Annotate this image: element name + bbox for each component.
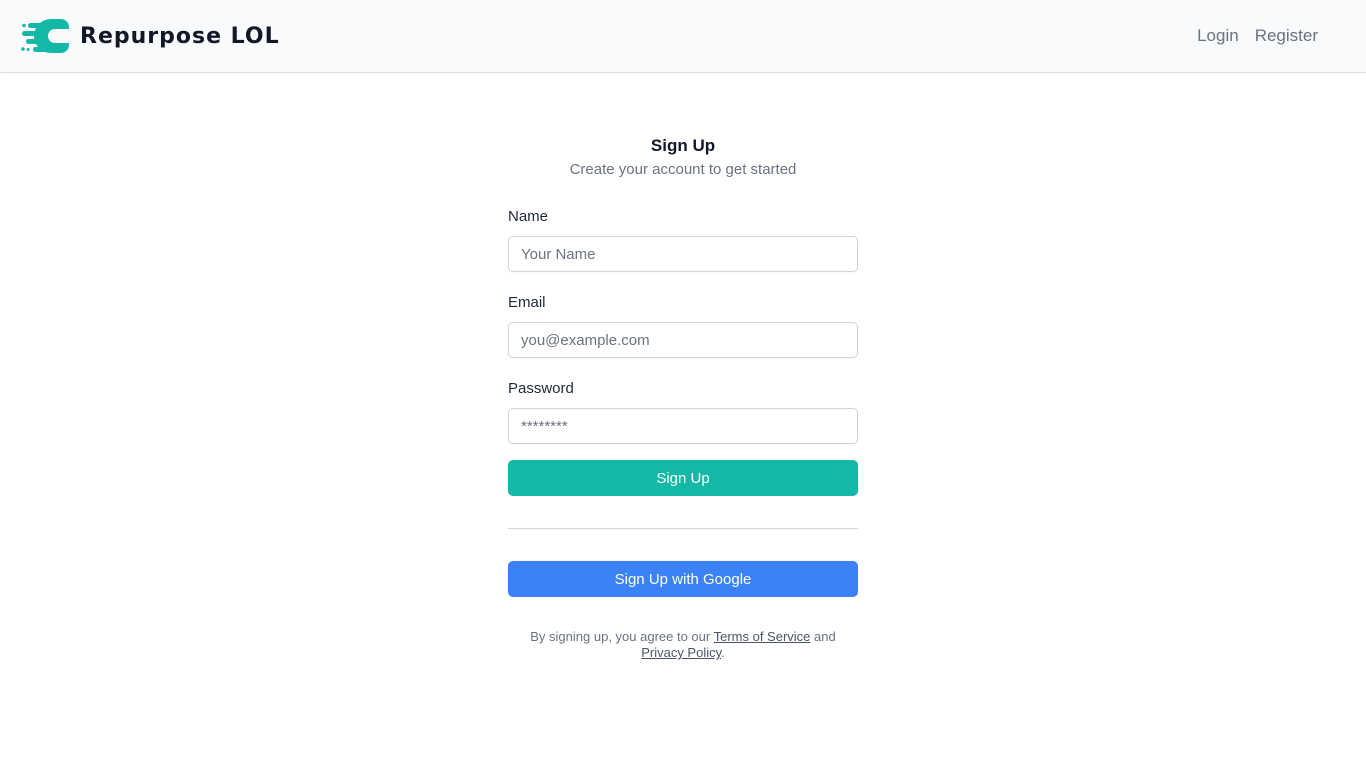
divider (508, 528, 858, 529)
email-input[interactable] (508, 322, 858, 358)
terms-of-service-link[interactable]: Terms of Service (714, 629, 811, 644)
password-label: Password (508, 380, 574, 397)
page-title: Sign Up (650, 136, 716, 155)
sign-up-button[interactable]: Sign Up (508, 460, 858, 496)
legal-suffix: . (721, 645, 725, 660)
brand-name: Repurpose LOL (80, 23, 280, 49)
top-navbar: Repurpose LOL Login Register (0, 0, 1366, 73)
google-sign-up-button[interactable]: Sign Up with Google (508, 561, 858, 597)
brand-home-link[interactable]: Repurpose LOL (21, 17, 280, 55)
email-label: Email (508, 294, 546, 311)
legal-prefix: By signing up, you agree to our (530, 629, 714, 644)
password-input[interactable] (508, 408, 858, 444)
brand-logo-icon (21, 19, 69, 53)
legal-notice: By signing up, you agree to our Terms of… (508, 629, 858, 661)
name-label: Name (508, 208, 549, 225)
login-link[interactable]: Login (1197, 24, 1239, 48)
signup-form: Sign Up Create your account to get start… (508, 134, 858, 661)
name-input[interactable] (508, 236, 858, 272)
privacy-policy-link[interactable]: Privacy Policy (641, 645, 721, 660)
register-link[interactable]: Register (1255, 24, 1318, 48)
header-nav: Login Register (1197, 24, 1318, 48)
legal-middle: and (810, 629, 836, 644)
page-subtitle: Create your account to get started (569, 161, 797, 178)
